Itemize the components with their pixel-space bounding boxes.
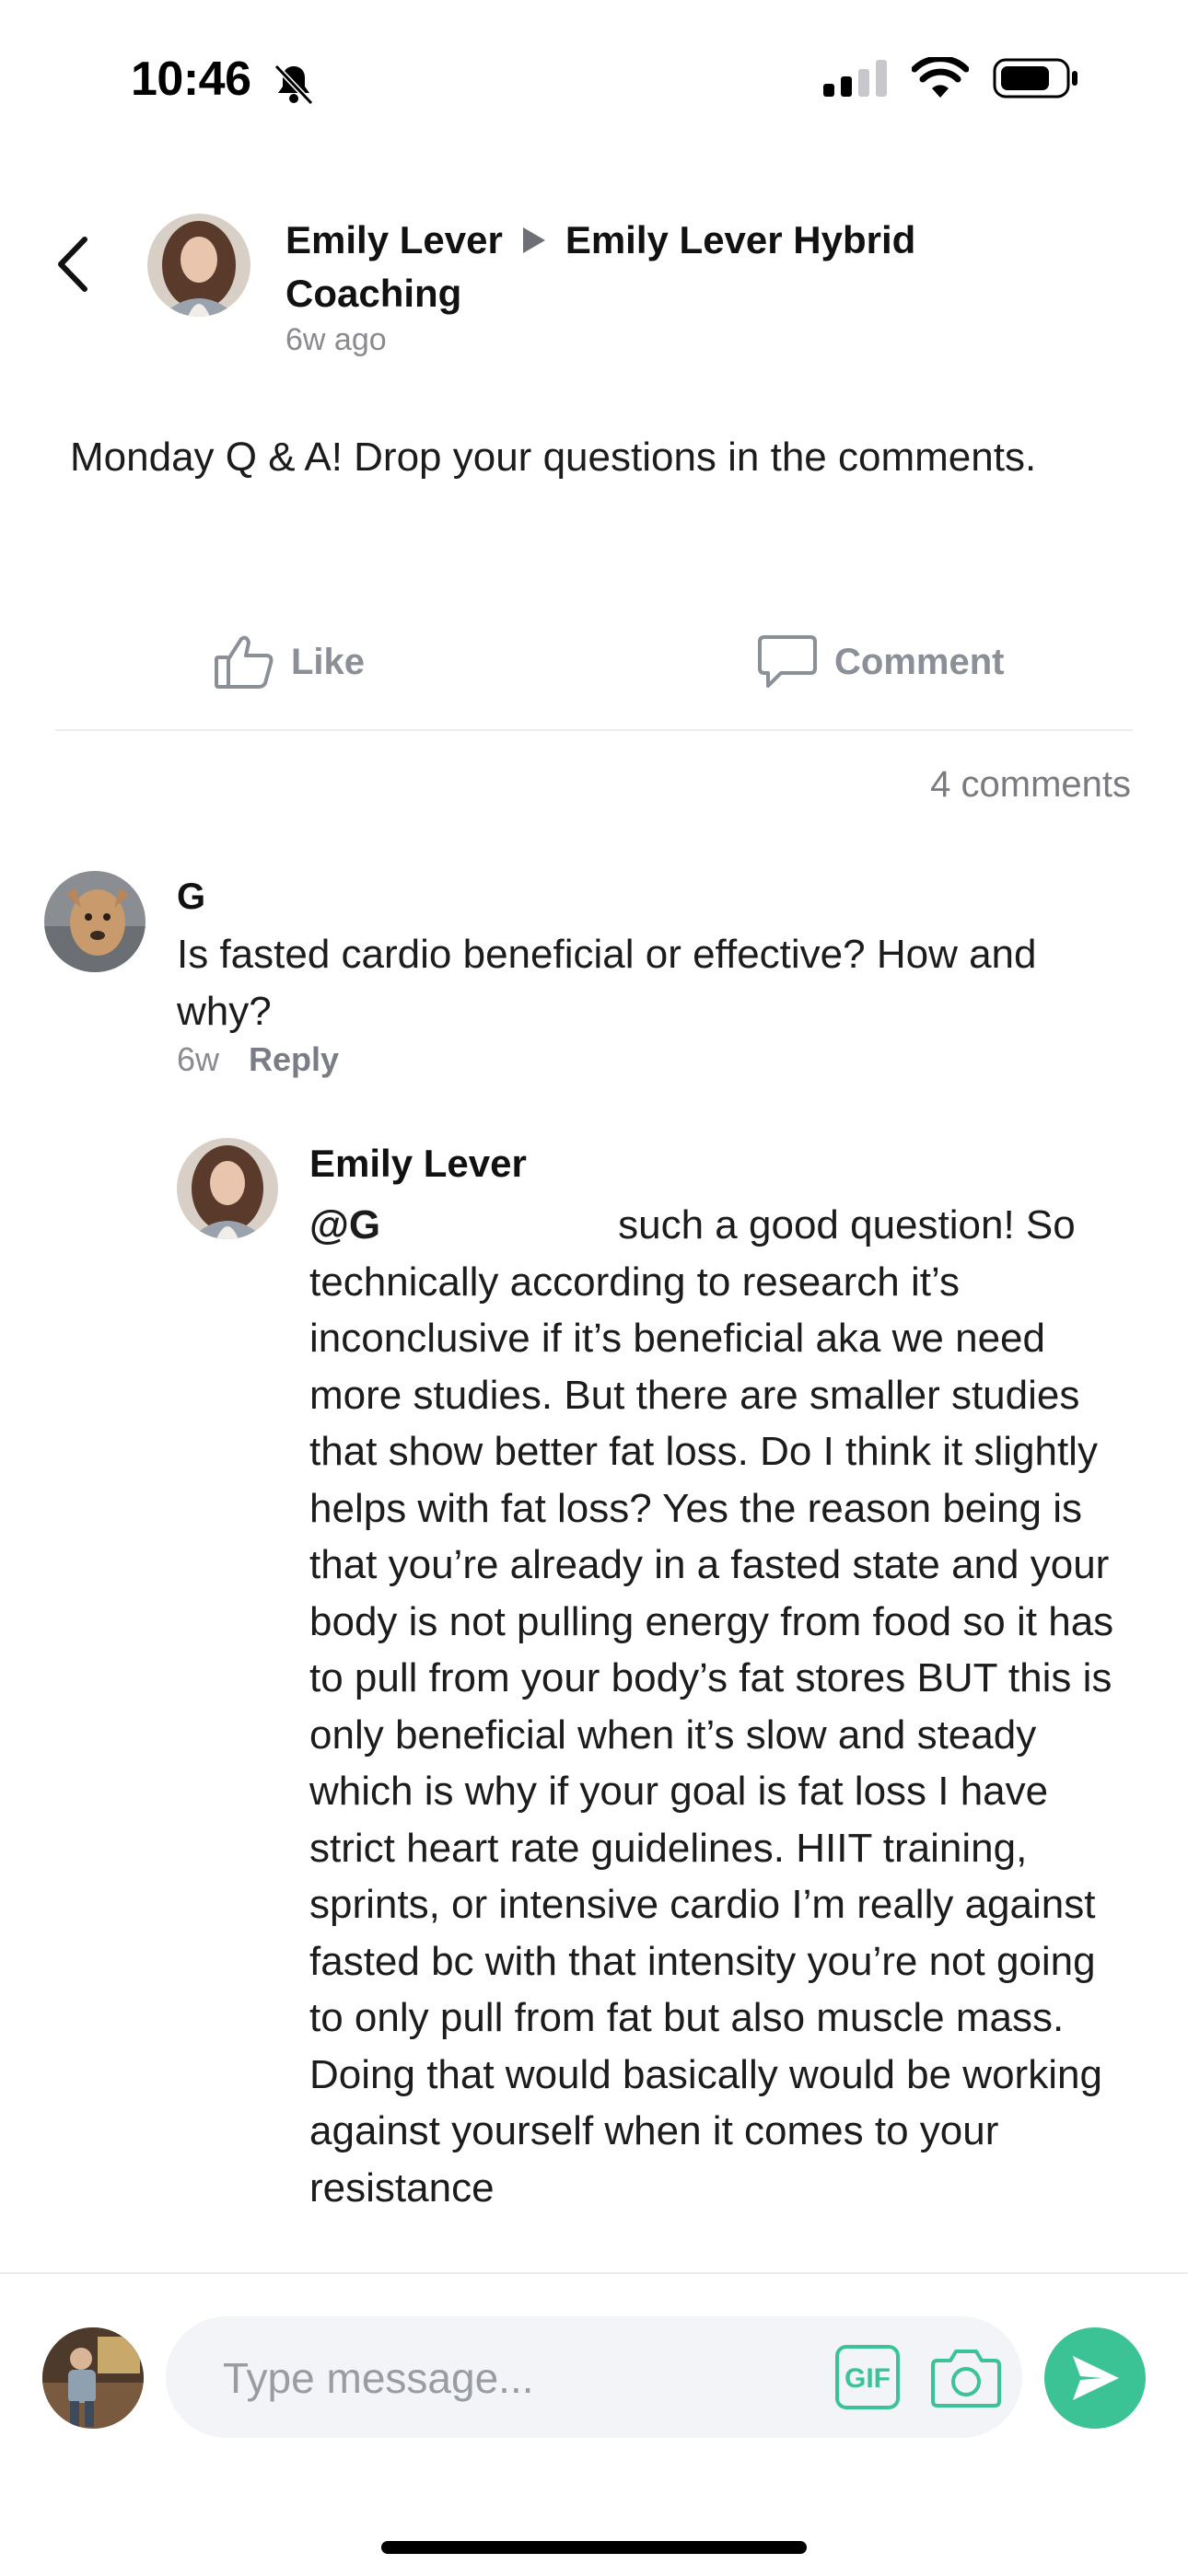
comment-icon [758,635,817,688]
author-avatar[interactable] [147,214,250,317]
mention[interactable]: @G [309,1202,380,1247]
reply-author-avatar[interactable] [177,1138,278,1239]
status-time: 10:46 [131,52,251,106]
message-input[interactable] [221,2348,814,2408]
comment-text: Is fasted cardio beneficial or effective… [177,932,1037,1034]
like-button[interactable]: Like [214,630,365,694]
post-author-line: Emily Lever Emily Lever Hybrid Coaching [285,214,985,320]
gif-label: GIF [844,2363,891,2394]
commenter-name[interactable]: G [177,876,205,918]
signal-icon [823,60,887,97]
send-button[interactable] [1044,2327,1146,2429]
send-icon [1073,2356,1119,2400]
divider [55,729,1133,731]
camera-icon[interactable] [930,2344,1002,2410]
home-indicator[interactable] [381,2541,807,2554]
reply-button[interactable]: Reply [249,1040,339,1079]
wifi-icon [912,57,969,98]
posted-to-arrow-icon [522,226,545,253]
bell-slash-icon [274,64,314,106]
battery-icon [993,58,1077,99]
like-label: Like [291,641,366,682]
commenter-avatar[interactable] [44,871,146,972]
reply-text: @G such a good question! So technically a… [309,1197,1138,2216]
status-indicators [823,55,1079,101]
comment-button[interactable]: Comment [757,630,1004,694]
comments-count[interactable]: 4 comments [930,764,1131,806]
comment-meta: 6w Reply [177,1040,339,1079]
like-icon [215,635,274,689]
reply-author-name[interactable]: Emily Lever [309,1142,527,1186]
comment-time: 6w [177,1040,220,1078]
post-time: 6w ago [285,322,387,357]
post-author-name[interactable]: Emily Lever [285,218,503,261]
reply-body: such a good question! So technically acc… [309,1202,1114,2210]
gif-icon[interactable]: GIF [834,2344,901,2410]
back-chevron-icon[interactable] [52,232,98,296]
current-user-avatar[interactable] [42,2327,144,2429]
comment-label: Comment [834,641,1005,682]
post-body: Monday Q & A! Drop your questions in the… [70,435,1037,480]
